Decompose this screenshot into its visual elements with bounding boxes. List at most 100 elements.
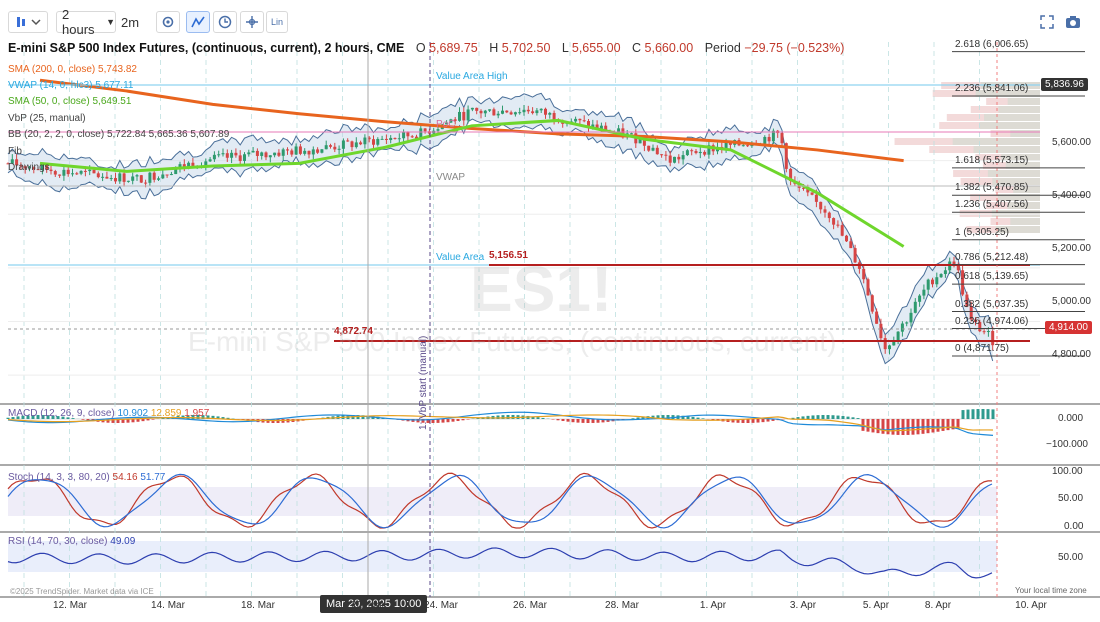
candle-body bbox=[62, 169, 66, 176]
macd-hist-bar bbox=[871, 419, 875, 433]
candle-body bbox=[290, 150, 294, 155]
macd-hist-bar bbox=[561, 419, 565, 422]
timezone-label[interactable]: Your local time zone bbox=[1015, 586, 1087, 595]
macd-hist-bar bbox=[541, 417, 545, 419]
macd-hist-bar bbox=[466, 419, 470, 420]
candle-body bbox=[247, 152, 251, 155]
chart-title: E-mini S&P 500 Index Futures, (continuou… bbox=[8, 41, 405, 55]
candle-body bbox=[363, 137, 367, 145]
macd-hist-bar bbox=[911, 419, 915, 435]
vbp-bar bbox=[998, 106, 1040, 113]
candle-body bbox=[814, 194, 818, 202]
candle-body bbox=[939, 274, 943, 278]
candle-body bbox=[311, 149, 315, 155]
candle-body bbox=[268, 155, 272, 158]
candle-body bbox=[982, 331, 986, 333]
poc-label: PoC bbox=[436, 119, 456, 130]
macd-legend[interactable]: MACD (12, 26, 9, close) 10.902 12.859 1.… bbox=[8, 408, 209, 419]
candle-body bbox=[501, 110, 504, 114]
candle-body bbox=[862, 268, 866, 280]
low-value: 5,655.00 bbox=[571, 41, 621, 55]
candle-body bbox=[466, 109, 470, 121]
candle-body bbox=[230, 152, 234, 158]
price-axis-label: 5,600.00 bbox=[1052, 137, 1091, 148]
vbp-bar bbox=[1007, 98, 1040, 105]
stoch-axis-label: 100.00 bbox=[1052, 466, 1083, 477]
candle-body bbox=[75, 173, 79, 175]
price-axis-label: 5,400.00 bbox=[1052, 190, 1091, 201]
period-value: −29.75 (−0.523%) bbox=[744, 41, 845, 55]
macd-hist-bar bbox=[846, 416, 850, 419]
macd-hist-bar bbox=[456, 419, 460, 422]
macd-hist-bar bbox=[461, 419, 465, 421]
candle-body bbox=[79, 170, 83, 174]
macd-axis-label: 0.000 bbox=[1058, 413, 1084, 424]
candle-body bbox=[393, 137, 397, 139]
macd-hist-bar bbox=[81, 419, 85, 420]
candle-body bbox=[582, 120, 586, 122]
candle-body bbox=[574, 118, 578, 122]
legend-vbp[interactable]: VbP (25, manual) bbox=[8, 113, 86, 124]
macd-hist-bar bbox=[981, 409, 985, 419]
candle-body bbox=[668, 155, 672, 163]
stoch-legend[interactable]: Stoch (14, 3, 3, 80, 20) 54.16 51.77 bbox=[8, 472, 165, 483]
legend-bb[interactable]: BB (20, 2, 2, 0, close) 5,722.84 5,665.3… bbox=[8, 129, 229, 140]
macd-hist-bar bbox=[756, 419, 760, 423]
candle-body bbox=[71, 173, 74, 175]
candle-body bbox=[483, 110, 487, 114]
x-tick-label: 14. Mar bbox=[151, 600, 185, 611]
candle-body bbox=[376, 138, 380, 145]
x-tick-label: 12. Mar bbox=[53, 600, 87, 611]
macd-hist-bar bbox=[906, 419, 910, 435]
candle-body bbox=[922, 289, 926, 296]
candle-body bbox=[694, 151, 698, 154]
candle-body bbox=[169, 174, 173, 176]
legend-sma200[interactable]: SMA (200, 0, close) 5,743.82 bbox=[8, 64, 137, 75]
candle-body bbox=[96, 173, 100, 178]
candle-body bbox=[905, 322, 909, 324]
macd-hist-bar bbox=[451, 419, 455, 422]
legend-fib[interactable]: Fib bbox=[8, 146, 22, 157]
vbp-bar bbox=[973, 146, 1040, 153]
x-tick-label: 18. Mar bbox=[241, 600, 275, 611]
macd-hist-bar bbox=[801, 416, 805, 419]
rsi-legend[interactable]: RSI (14, 70, 30, close) 49.09 bbox=[8, 536, 135, 547]
candle-body bbox=[346, 140, 350, 142]
candle-body bbox=[698, 151, 702, 154]
macd-hist-bar bbox=[146, 419, 150, 421]
candle-body bbox=[505, 110, 509, 113]
candle-body bbox=[359, 142, 363, 145]
macd-hist-bar bbox=[881, 419, 885, 434]
legend-drawings[interactable]: Drawings bbox=[8, 162, 50, 173]
candle-body bbox=[324, 145, 328, 150]
candle-body bbox=[316, 149, 320, 153]
macd-hist-bar bbox=[851, 417, 855, 419]
high-value: 5,702.50 bbox=[501, 41, 551, 55]
x-tick-label: 10. Apr bbox=[1015, 600, 1047, 611]
candle-body bbox=[217, 154, 221, 156]
candle-body bbox=[126, 180, 130, 182]
candle-body bbox=[986, 331, 990, 333]
legend-sma50[interactable]: SMA (50, 0, close) 5,649.51 bbox=[8, 96, 131, 107]
candle-body bbox=[845, 235, 848, 242]
macd-hist-bar bbox=[766, 419, 770, 422]
candle-body bbox=[909, 312, 913, 323]
macd-hist-bar bbox=[701, 418, 705, 419]
candle-body bbox=[92, 169, 96, 174]
candle-body bbox=[690, 150, 694, 152]
x-tick-label: 28. Mar bbox=[605, 600, 639, 611]
candle-body bbox=[208, 159, 212, 162]
legend-vwap[interactable]: VWAP (14, 0, hlc3) 5,677.11 bbox=[8, 80, 133, 91]
candle-body bbox=[286, 149, 289, 151]
macd-hist-bar bbox=[856, 418, 860, 419]
close-value: 5,660.00 bbox=[644, 41, 694, 55]
candle-body bbox=[875, 311, 879, 324]
candle-body bbox=[819, 201, 823, 210]
fib-level-label: 0.236 (4,974.06) bbox=[955, 315, 1029, 327]
macd-hist-bar bbox=[586, 419, 590, 423]
macd-hist-bar bbox=[696, 417, 700, 419]
candle-body bbox=[350, 141, 354, 148]
macd-hist-bar bbox=[581, 419, 585, 423]
candle-body bbox=[273, 152, 277, 156]
candle-body bbox=[651, 147, 655, 151]
